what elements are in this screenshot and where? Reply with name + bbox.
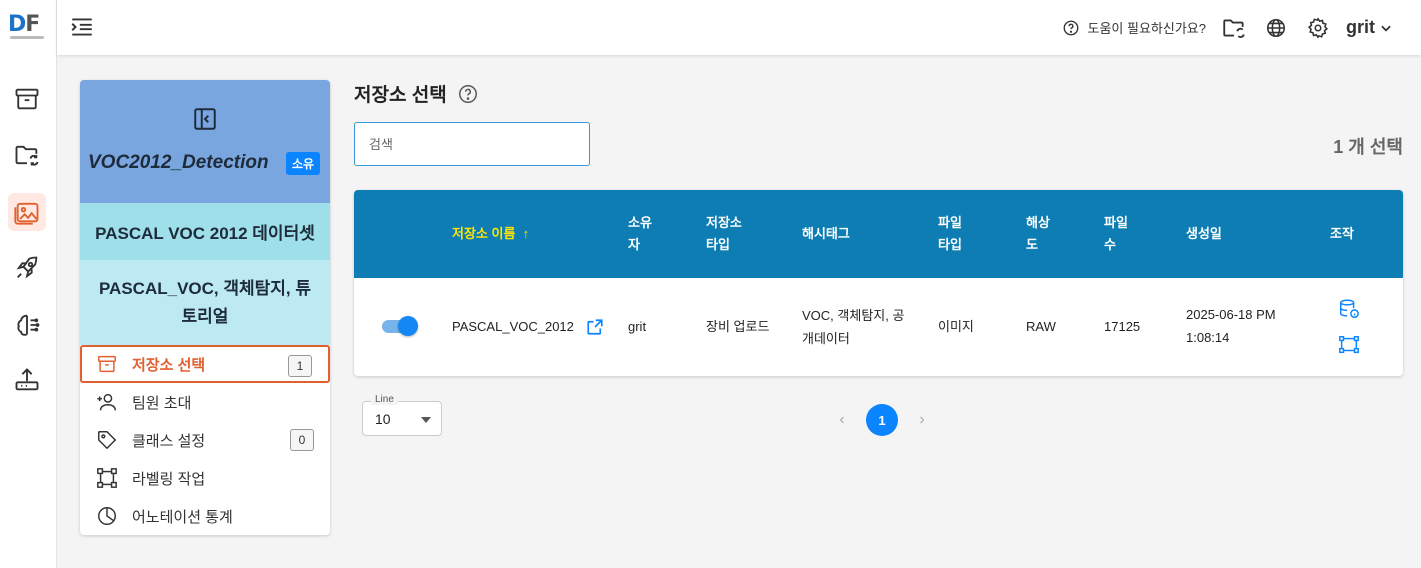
column-header-type: 저장소 타입	[706, 215, 742, 252]
project-title: VOC2012_Detection	[88, 152, 269, 173]
left-rail: DF	[0, 0, 57, 568]
collapse-panel-icon[interactable]	[192, 106, 218, 132]
cell-hashtag: VOC, 객체탐지, 공 개데이터	[802, 308, 905, 346]
nav-class-settings[interactable]: 클래스 설정 0	[80, 421, 330, 459]
column-header-actions: 조작	[1330, 226, 1354, 241]
database-info-icon[interactable]	[1338, 298, 1360, 320]
folder-sync-icon[interactable]	[8, 136, 46, 174]
cell-storage-name: PASCAL_VOC_2012	[452, 319, 574, 334]
cell-file-count: 17125	[1104, 319, 1141, 334]
menu-toggle-icon[interactable]	[69, 14, 95, 40]
cell-created: 2025-06-18 PM 1:08:14	[1186, 307, 1276, 345]
cell-storage-type: 장비 업로드	[706, 319, 770, 334]
upload-icon[interactable]	[8, 361, 46, 399]
nav-count-badge: 1	[288, 355, 312, 377]
nav-annotation-stats[interactable]: 어노테이션 통계	[80, 497, 330, 535]
rocket-icon[interactable]	[8, 249, 46, 287]
nav-label: 클래스 설정	[132, 432, 206, 450]
brain-model-icon[interactable]	[8, 306, 46, 344]
nav-label: 팀원 초대	[132, 394, 192, 412]
column-header-owner: 소유 자	[628, 215, 652, 252]
owner-badge: 소유	[286, 152, 321, 175]
project-header: VOC2012_Detection 소유	[80, 80, 330, 203]
storage-enable-toggle[interactable]	[382, 316, 418, 336]
app-logo[interactable]: DF	[8, 12, 40, 37]
storage-box-icon	[98, 355, 116, 373]
rows-per-page-select[interactable]: Line 10	[362, 394, 442, 436]
search-input[interactable]	[354, 122, 590, 166]
project-tags: PASCAL_VOC, 객체탐지, 튜토리얼	[80, 260, 330, 345]
project-panel: VOC2012_Detection 소유 PASCAL VOC 2012 데이터…	[80, 80, 330, 535]
column-header-file-type: 파일 타입	[938, 215, 962, 252]
help-icon	[1063, 20, 1078, 35]
page-button-current[interactable]: 1	[866, 404, 898, 436]
sort-ascending-icon: ↑	[519, 226, 530, 241]
help-text: 도움이 필요하신가요?	[1087, 21, 1206, 36]
column-header-label: 저장소 이름	[452, 226, 516, 241]
rows-per-page-value: 10	[375, 411, 391, 427]
nav-label: 어노테이션 통계	[132, 508, 233, 526]
help-icon[interactable]	[457, 83, 479, 105]
labeling-box-icon[interactable]	[1338, 334, 1360, 356]
project-name: PASCAL VOC 2012 데이터셋	[80, 203, 330, 260]
open-external-icon[interactable]	[586, 318, 604, 336]
project-box-icon[interactable]	[8, 80, 46, 118]
folder-sync-icon[interactable]	[1220, 14, 1248, 42]
nav-invite-members[interactable]: 팀원 초대	[80, 383, 330, 421]
cell-owner: grit	[628, 319, 647, 334]
pagination: ‹ 1 ›	[830, 404, 934, 436]
rows-per-page-label: Line	[371, 394, 398, 405]
page-title-text: 저장소 선택	[354, 85, 447, 106]
nav-label: 라벨링 작업	[132, 470, 206, 488]
nav-label: 저장소 선택	[132, 356, 206, 374]
add-user-icon	[97, 393, 116, 411]
column-header-file-count: 파일 수	[1104, 215, 1128, 252]
tag-icon	[98, 431, 117, 450]
table-row: PASCAL_VOC_2012 grit 장비 업로드 VOC, 객체탐지, 공…	[354, 278, 1403, 376]
prev-page-button[interactable]: ‹	[830, 408, 854, 432]
page-title: 저장소 선택	[354, 80, 479, 107]
column-header-resolution: 해상 도	[1026, 215, 1050, 252]
settings-gear-icon[interactable]	[1304, 14, 1332, 42]
user-name: grit	[1346, 17, 1375, 37]
cell-file-type: 이미지	[938, 319, 974, 334]
language-globe-icon[interactable]	[1262, 14, 1290, 42]
nav-storage-select[interactable]: 저장소 선택 1	[80, 345, 330, 383]
dropdown-arrow-icon	[421, 417, 431, 423]
chevron-down-icon	[1381, 25, 1391, 32]
nav-labeling-work[interactable]: 라벨링 작업	[80, 459, 330, 497]
column-header-created: 생성일	[1186, 226, 1222, 241]
help-link[interactable]: 도움이 필요하신가요?	[1062, 18, 1206, 37]
storage-table: 저장소 이름 ↑ 소유 자 저장소 타입 해시태그 파일 타입 해상 도 파일 수 생성일…	[354, 190, 1403, 376]
column-header-hashtag: 해시태그	[802, 226, 850, 241]
top-bar: 도움이 필요하신가요? grit	[57, 0, 1421, 55]
nav-count-badge: 0	[290, 429, 314, 451]
pie-chart-icon	[98, 507, 116, 525]
logo-underline	[10, 36, 44, 39]
image-dataset-icon[interactable]	[8, 193, 46, 231]
column-header-name[interactable]: 저장소 이름 ↑	[452, 223, 529, 245]
cell-resolution: RAW	[1026, 319, 1056, 334]
bounding-box-icon	[97, 468, 117, 488]
selected-count: 1 개 선택	[1333, 137, 1403, 157]
user-menu[interactable]: grit	[1346, 17, 1393, 38]
next-page-button[interactable]: ›	[910, 408, 934, 432]
top-right-controls: 도움이 필요하신가요? grit	[1062, 0, 1393, 55]
toggle-knob	[398, 316, 418, 336]
table-header: 저장소 이름 ↑ 소유 자 저장소 타입 해시태그 파일 타입 해상 도 파일 수 생성일…	[354, 190, 1403, 278]
